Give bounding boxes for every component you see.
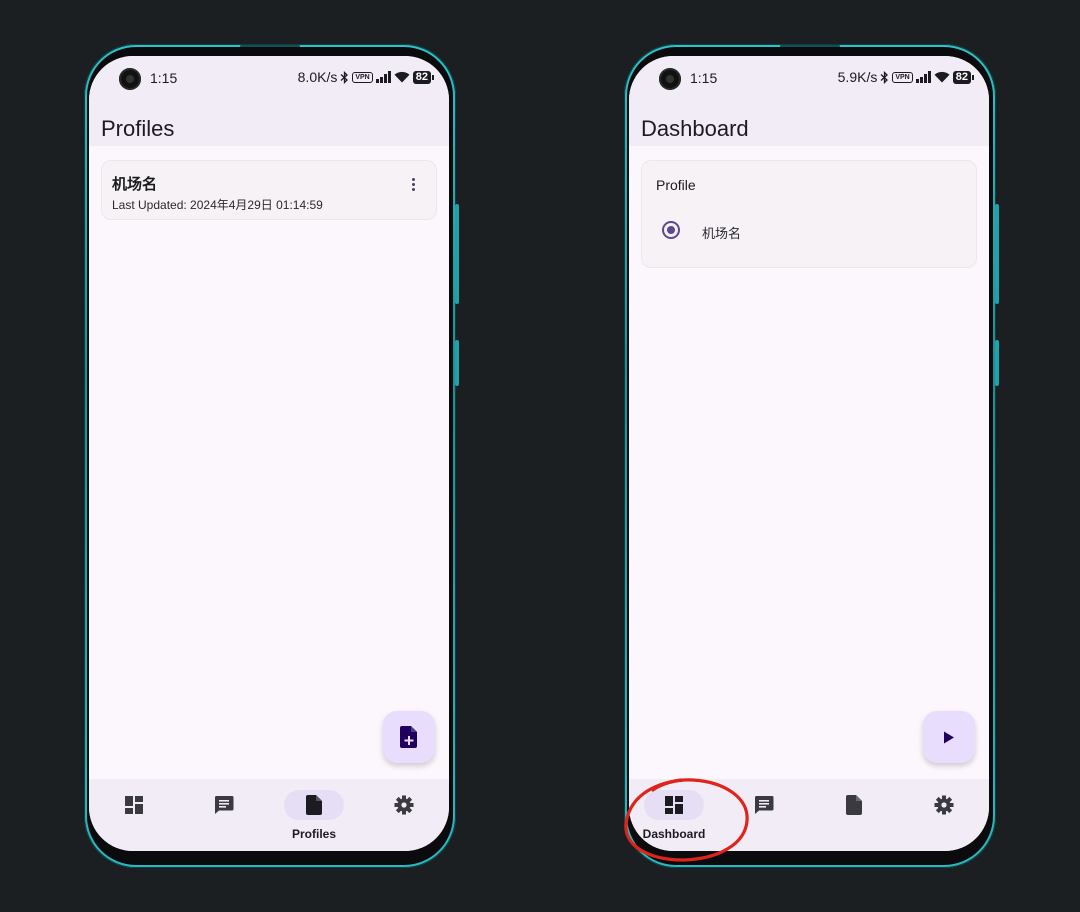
profile-name: 机场名 — [112, 176, 158, 193]
status-time: 1:15 — [690, 70, 718, 86]
side-button — [455, 340, 459, 386]
nav-label-dashboard: Dashboard — [642, 827, 706, 841]
nav-item-dashboard[interactable]: Dashboard — [629, 779, 719, 851]
nav-item-settings[interactable] — [359, 779, 449, 851]
status-bar: 1:15 8.0K/s VPN 82 — [89, 56, 449, 98]
file-icon — [846, 795, 862, 815]
gear-icon — [934, 795, 954, 815]
add-profile-button[interactable] — [383, 711, 435, 763]
status-bar: 1:15 5.9K/s VPN 82 — [629, 56, 989, 98]
profile-card: Profile 机场名 — [641, 160, 977, 268]
add-file-icon — [400, 726, 418, 748]
dashboard-icon — [125, 796, 143, 814]
side-button — [455, 204, 459, 304]
dashboard-content: Profile 机场名 — [629, 146, 989, 779]
top-app-bar: Dashboard — [629, 98, 989, 146]
page-title: Dashboard — [641, 116, 749, 141]
page-title: Profiles — [101, 116, 175, 141]
signal-icon — [375, 71, 391, 83]
bottom-navigation: Profiles — [89, 779, 449, 851]
phone-frame-left: 1:15 8.0K/s VPN 82 Profiles 机场名 Last Upd… — [84, 44, 459, 868]
nav-indicator — [914, 790, 974, 820]
status-time: 1:15 — [150, 70, 178, 86]
more-vert-icon[interactable] — [412, 178, 416, 192]
bottom-navigation: Dashboard — [629, 779, 989, 851]
bluetooth-icon — [340, 70, 349, 84]
nav-item-profiles[interactable] — [809, 779, 899, 851]
nav-indicator — [284, 790, 344, 820]
screen-dashboard: 1:15 5.9K/s VPN 82 Dashboard Profile 机场名… — [629, 56, 989, 851]
net-speed: 8.0K/s — [297, 69, 338, 85]
nav-item-settings[interactable] — [899, 779, 989, 851]
nav-indicator — [104, 790, 164, 820]
status-icons: 5.9K/s VPN 82 — [837, 69, 975, 85]
screen-profiles: 1:15 8.0K/s VPN 82 Profiles 机场名 Last Upd… — [89, 56, 449, 851]
nav-indicator — [824, 790, 884, 820]
nav-item-logs[interactable] — [719, 779, 809, 851]
profile-card[interactable]: 机场名 Last Updated: 2024年4月29日 01:14:59 — [101, 160, 437, 220]
wifi-icon — [934, 71, 950, 83]
file-icon — [306, 795, 322, 815]
nav-indicator — [374, 790, 434, 820]
bluetooth-icon — [880, 70, 889, 84]
nav-item-profiles[interactable]: Profiles — [269, 779, 359, 851]
profile-radio[interactable] — [662, 221, 680, 239]
nav-item-dashboard[interactable] — [89, 779, 179, 851]
profile-option-label[interactable]: 机场名 — [702, 223, 741, 242]
wifi-icon — [394, 71, 410, 83]
message-icon — [214, 795, 234, 815]
nav-label-profiles: Profiles — [291, 827, 336, 841]
start-button[interactable] — [923, 711, 975, 763]
front-camera — [659, 68, 681, 90]
side-button — [995, 340, 999, 386]
front-camera — [119, 68, 141, 90]
status-icons: 8.0K/s VPN 82 — [297, 69, 435, 85]
battery-icon: 82 — [952, 70, 975, 84]
message-icon — [754, 795, 774, 815]
battery-icon: 82 — [412, 70, 435, 84]
profiles-list: 机场名 Last Updated: 2024年4月29日 01:14:59 — [89, 146, 449, 779]
profile-last-updated: Last Updated: 2024年4月29日 01:14:59 — [112, 198, 323, 212]
vpn-badge: VPN — [892, 71, 913, 83]
play-icon — [943, 731, 955, 744]
nav-indicator — [734, 790, 794, 820]
vpn-badge: VPN — [352, 71, 373, 83]
nav-indicator — [194, 790, 254, 820]
nav-item-logs[interactable] — [179, 779, 269, 851]
gear-icon — [394, 795, 414, 815]
net-speed: 5.9K/s — [837, 69, 878, 85]
top-app-bar: Profiles — [89, 98, 449, 146]
nav-indicator — [644, 790, 704, 820]
phone-frame-right: 1:15 5.9K/s VPN 82 Dashboard Profile 机场名… — [624, 44, 999, 868]
dashboard-icon — [665, 796, 683, 814]
card-heading: Profile — [656, 177, 696, 193]
signal-icon — [915, 71, 931, 83]
side-button — [995, 204, 999, 304]
